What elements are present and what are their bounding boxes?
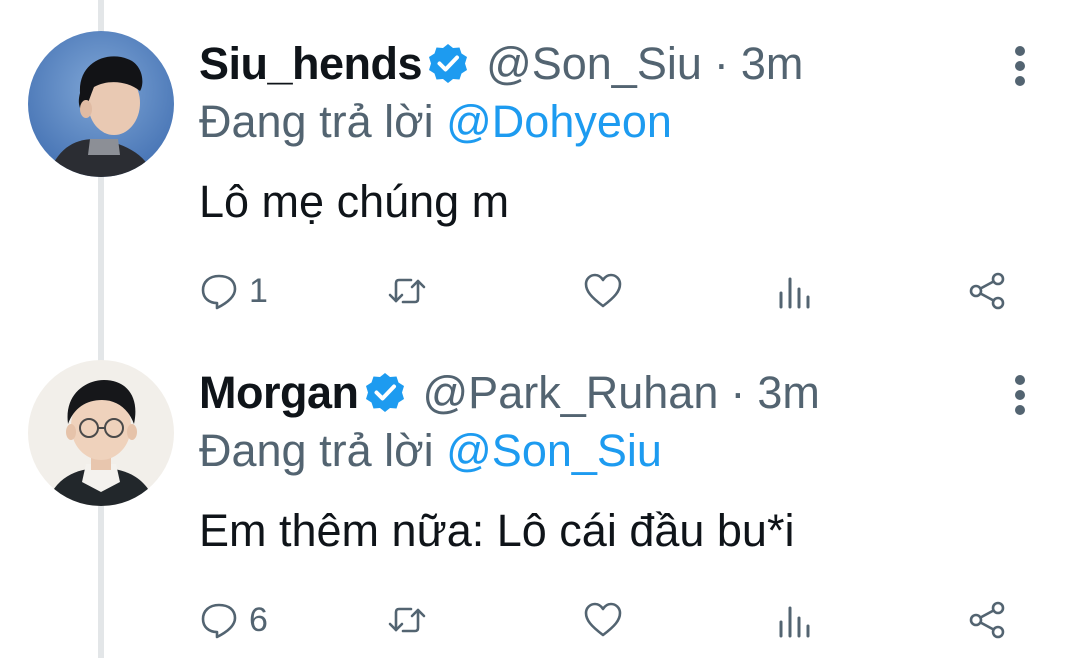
retweet-button[interactable] — [387, 267, 437, 315]
share-button[interactable] — [967, 596, 1007, 644]
avatar-photo-siu — [28, 31, 174, 177]
like-button[interactable] — [583, 267, 633, 315]
verified-badge-icon — [426, 42, 470, 86]
replying-to-line: Đang trả lời @Dohyeon — [199, 96, 672, 148]
replying-to-label: Đang trả lời — [199, 425, 434, 476]
more-options-icon[interactable] — [1008, 375, 1032, 415]
tweet-actions: 1 — [199, 267, 1019, 315]
heart-icon — [584, 273, 622, 308]
tweet-text: Lô mẹ chúng m — [199, 176, 510, 227]
tweet-header: Morgan @Park_Ruhan · 3m — [199, 365, 820, 421]
separator-dot: · — [713, 38, 729, 89]
tweet[interactable]: Morgan @Park_Ruhan · 3m Đang trả lời @So… — [0, 329, 1080, 658]
timestamp[interactable]: 3m — [741, 38, 804, 90]
views-button[interactable] — [775, 267, 815, 315]
retweet-button[interactable] — [387, 596, 437, 644]
reply-icon — [201, 274, 237, 310]
timestamp[interactable]: 3m — [757, 367, 820, 419]
separator-dot: · — [730, 367, 746, 418]
reply-count: 1 — [249, 271, 268, 310]
user-handle[interactable]: @Son_Siu — [486, 38, 702, 90]
tweet[interactable]: Siu_hends @Son_Siu · 3m Đang trả lời @Do… — [0, 0, 1080, 329]
tweet-header: Siu_hends @Son_Siu · 3m — [199, 36, 803, 92]
share-button[interactable] — [967, 267, 1007, 315]
reply-button[interactable]: 1 — [199, 267, 268, 315]
display-name[interactable]: Morgan — [199, 367, 359, 419]
views-icon — [779, 277, 810, 309]
share-icon — [969, 272, 1005, 310]
replying-to-label: Đang trả lời — [199, 96, 434, 147]
retweet-icon — [388, 607, 426, 633]
avatar[interactable] — [28, 31, 174, 177]
reply-button[interactable]: 6 — [199, 596, 268, 644]
tweet-text: Em thêm nữa: Lô cái đầu bu*i — [199, 505, 795, 556]
avatar[interactable] — [28, 360, 174, 506]
replying-to-line: Đang trả lời @Son_Siu — [199, 425, 662, 477]
verified-badge-icon — [363, 371, 407, 415]
user-handle[interactable]: @Park_Ruhan — [423, 367, 719, 419]
retweet-icon — [388, 278, 426, 304]
avatar-photo-morgan — [28, 360, 174, 506]
heart-icon — [584, 602, 622, 637]
replying-to-mention[interactable]: @Dohyeon — [446, 96, 672, 147]
display-name[interactable]: Siu_hends — [199, 38, 423, 90]
reply-count: 6 — [249, 600, 268, 639]
reply-icon — [201, 603, 237, 639]
share-icon — [969, 601, 1005, 639]
views-icon — [779, 606, 810, 638]
replying-to-mention[interactable]: @Son_Siu — [446, 425, 662, 476]
tweet-actions: 6 — [199, 596, 1019, 644]
more-options-icon[interactable] — [1008, 46, 1032, 86]
views-button[interactable] — [775, 596, 815, 644]
like-button[interactable] — [583, 596, 633, 644]
